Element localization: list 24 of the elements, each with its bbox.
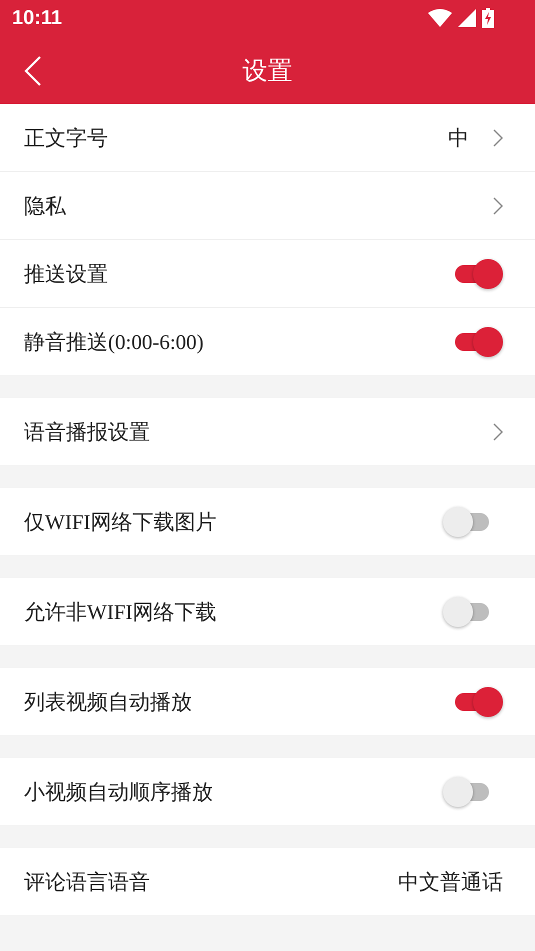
- chevron-icon[interactable]: [493, 128, 503, 146]
- setting-value: 中文普通话: [398, 868, 503, 896]
- toggle-switch[interactable]: [453, 326, 503, 356]
- setting-label: 允许非WIFI网络下载: [24, 598, 218, 626]
- setting-label: 小视频自动顺序播放: [24, 778, 214, 806]
- setting-label: 语音播报设置: [24, 418, 151, 446]
- setting-label: 静音推送(0:00-6:00): [24, 328, 205, 356]
- clock: 10:11: [12, 6, 64, 30]
- setting-label: 评论语言语音: [24, 868, 151, 896]
- chevron-icon[interactable]: [493, 422, 503, 440]
- setting-label: 推送设置: [24, 260, 109, 288]
- setting-label: 正文字号: [24, 124, 109, 152]
- wifi-icon: [428, 9, 452, 27]
- back-icon[interactable]: [24, 56, 42, 86]
- setting-label: 隐私: [24, 192, 67, 220]
- page-title: 设置: [242, 56, 292, 86]
- battery-icon: [482, 8, 494, 28]
- setting-label: 列表视频自动播放: [24, 688, 193, 716]
- signal-icon: [458, 9, 476, 27]
- setting-value: 中: [448, 124, 469, 152]
- setting-label: 仅WIFI网络下载图片: [24, 508, 218, 536]
- chevron-icon[interactable]: [493, 196, 503, 214]
- toggle-switch[interactable]: [453, 686, 503, 716]
- toggle-switch[interactable]: [453, 258, 503, 288]
